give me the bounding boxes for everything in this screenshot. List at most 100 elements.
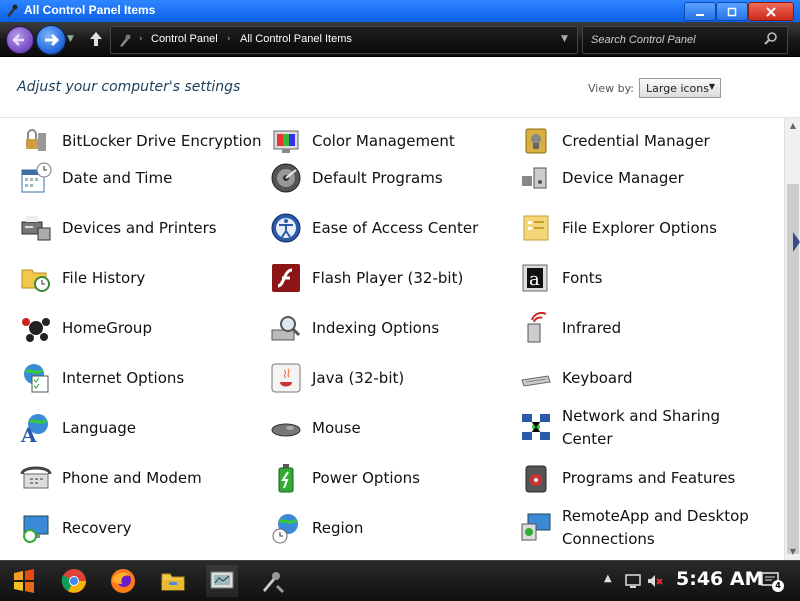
item-mouse[interactable]: Mouse (270, 403, 510, 453)
item-ease-of-access[interactable]: Ease of Access Center (270, 203, 510, 253)
item-programs-features[interactable]: Programs and Features (520, 453, 760, 503)
window-title: All Control Panel Items (24, 3, 156, 17)
firefox-icon (111, 569, 135, 593)
homegroup-icon (22, 318, 50, 342)
region-icon (272, 514, 298, 544)
address-dropdown-icon[interactable]: ▼ (561, 34, 568, 44)
breadcrumb-all-items[interactable]: All Control Panel Items (240, 33, 352, 45)
view-by-select[interactable]: Large icons ▼ (639, 78, 721, 98)
file-history-icon (21, 269, 50, 292)
taskbar-firefox[interactable] (107, 565, 139, 597)
control-panel-icon (210, 571, 234, 589)
close-icon (766, 6, 776, 17)
arrow-right-icon (45, 33, 60, 47)
control-panel-app-icon (7, 4, 18, 17)
power-options-icon (278, 464, 294, 493)
arrow-left-icon (12, 34, 24, 46)
java-icon (271, 363, 301, 393)
control-panel-icon (120, 34, 131, 47)
item-flash-player[interactable]: Flash Player (32-bit) (270, 253, 510, 303)
search-box[interactable] (582, 26, 788, 54)
item-date-time[interactable]: Date and Time (20, 153, 260, 203)
item-power-options[interactable]: Power Options (270, 453, 510, 503)
taskbar-chrome[interactable] (58, 565, 90, 597)
item-devices-printers[interactable]: Devices and Printers (20, 203, 260, 253)
address-bar[interactable]: › Control Panel › All Control Panel Item… (110, 26, 578, 54)
tray-expand-icon[interactable]: ▲ (604, 573, 612, 584)
recovery-icon (23, 515, 49, 543)
file-explorer-options-icon (523, 215, 549, 241)
network-sharing-icon (522, 414, 550, 440)
item-recovery[interactable]: Recovery (20, 503, 260, 553)
maximize-button[interactable] (716, 2, 748, 21)
tools-icon (263, 572, 285, 594)
item-remoteapp[interactable]: RemoteApp and Desktop Connections (520, 503, 760, 553)
item-language[interactable]: A Language (20, 403, 260, 453)
item-homegroup[interactable]: HomeGroup (20, 303, 260, 353)
item-infrared[interactable]: Infrared (520, 303, 760, 353)
page-title: Adjust your computer's settings (17, 79, 241, 95)
side-panel-arrow-icon[interactable] (793, 232, 800, 252)
mouse-icon (271, 423, 301, 437)
view-by-value: Large icons (646, 82, 709, 95)
up-arrow-icon[interactable] (86, 29, 106, 49)
minimize-button[interactable] (684, 2, 716, 21)
breadcrumb-separator-icon[interactable]: › (139, 34, 143, 44)
search-input[interactable] (589, 30, 763, 50)
language-icon: A (20, 414, 48, 444)
item-file-explorer-options[interactable]: File Explorer Options (520, 203, 760, 253)
item-indexing-options[interactable]: Indexing Options (270, 303, 510, 353)
taskbar-clock[interactable]: 5:46 AM (676, 568, 764, 590)
chevron-down-icon: ▼ (708, 82, 715, 91)
recent-locations-dropdown[interactable]: ▼ (67, 34, 74, 44)
network-icon[interactable] (624, 572, 642, 590)
programs-features-icon (525, 465, 547, 493)
navigation-bar: ▼ › Control Panel › All Control Panel It… (0, 22, 800, 57)
control-panel-items: BitLocker Drive Encryption Color Managem… (0, 118, 784, 560)
vertical-scrollbar[interactable]: ▲ ▼ (784, 118, 800, 560)
breadcrumb-separator-icon[interactable]: › (227, 34, 231, 44)
keyboard-icon (521, 375, 551, 387)
minimize-icon (696, 13, 704, 16)
date-time-icon (21, 162, 52, 193)
search-icon[interactable] (763, 31, 779, 47)
item-device-manager[interactable]: Device Manager (520, 153, 760, 203)
default-programs-icon (271, 163, 301, 193)
internet-options-icon (24, 364, 49, 393)
item-fonts[interactable]: a Fonts (520, 253, 760, 303)
infrared-icon (527, 312, 547, 343)
taskbar-control-panel[interactable] (206, 565, 238, 597)
item-java[interactable]: Java (32-bit) (270, 353, 510, 403)
start-button[interactable] (8, 565, 40, 597)
item-phone-modem[interactable]: Phone and Modem (20, 453, 260, 503)
flash-player-icon (272, 264, 300, 292)
item-network-sharing[interactable]: Network and Sharing Center (520, 403, 760, 453)
scroll-up-icon[interactable]: ▲ (785, 118, 800, 134)
taskbar: ▲ 5:46 AM 4 (0, 560, 800, 601)
action-center-button[interactable]: 4 (760, 570, 784, 592)
chrome-icon (61, 569, 86, 593)
item-keyboard[interactable]: Keyboard (520, 353, 760, 403)
scroll-down-icon[interactable]: ▼ (785, 544, 800, 560)
breadcrumb-control-panel[interactable]: Control Panel (151, 33, 218, 45)
item-internet-options[interactable]: Internet Options (20, 353, 260, 403)
remoteapp-icon (521, 513, 551, 541)
taskbar-tools[interactable] (256, 565, 288, 597)
taskbar-file-explorer[interactable] (157, 565, 189, 597)
svg-text:a: a (529, 269, 540, 290)
back-button[interactable] (6, 26, 34, 54)
close-button[interactable] (748, 2, 794, 21)
forward-button[interactable] (36, 25, 66, 55)
device-manager-icon (522, 167, 547, 189)
item-file-history[interactable]: File History (20, 253, 260, 303)
notification-count: 4 (772, 580, 784, 592)
devices-printers-icon (21, 216, 51, 241)
content-header: Adjust your computer's settings View by:… (0, 57, 800, 118)
item-default-programs[interactable]: Default Programs (270, 153, 510, 203)
start-icon (14, 569, 34, 593)
title-bar: All Control Panel Items (0, 0, 800, 22)
volume-muted-icon[interactable] (646, 572, 664, 590)
item-region[interactable]: Region (270, 503, 510, 553)
indexing-options-icon (271, 316, 301, 341)
phone-modem-icon (20, 466, 52, 489)
